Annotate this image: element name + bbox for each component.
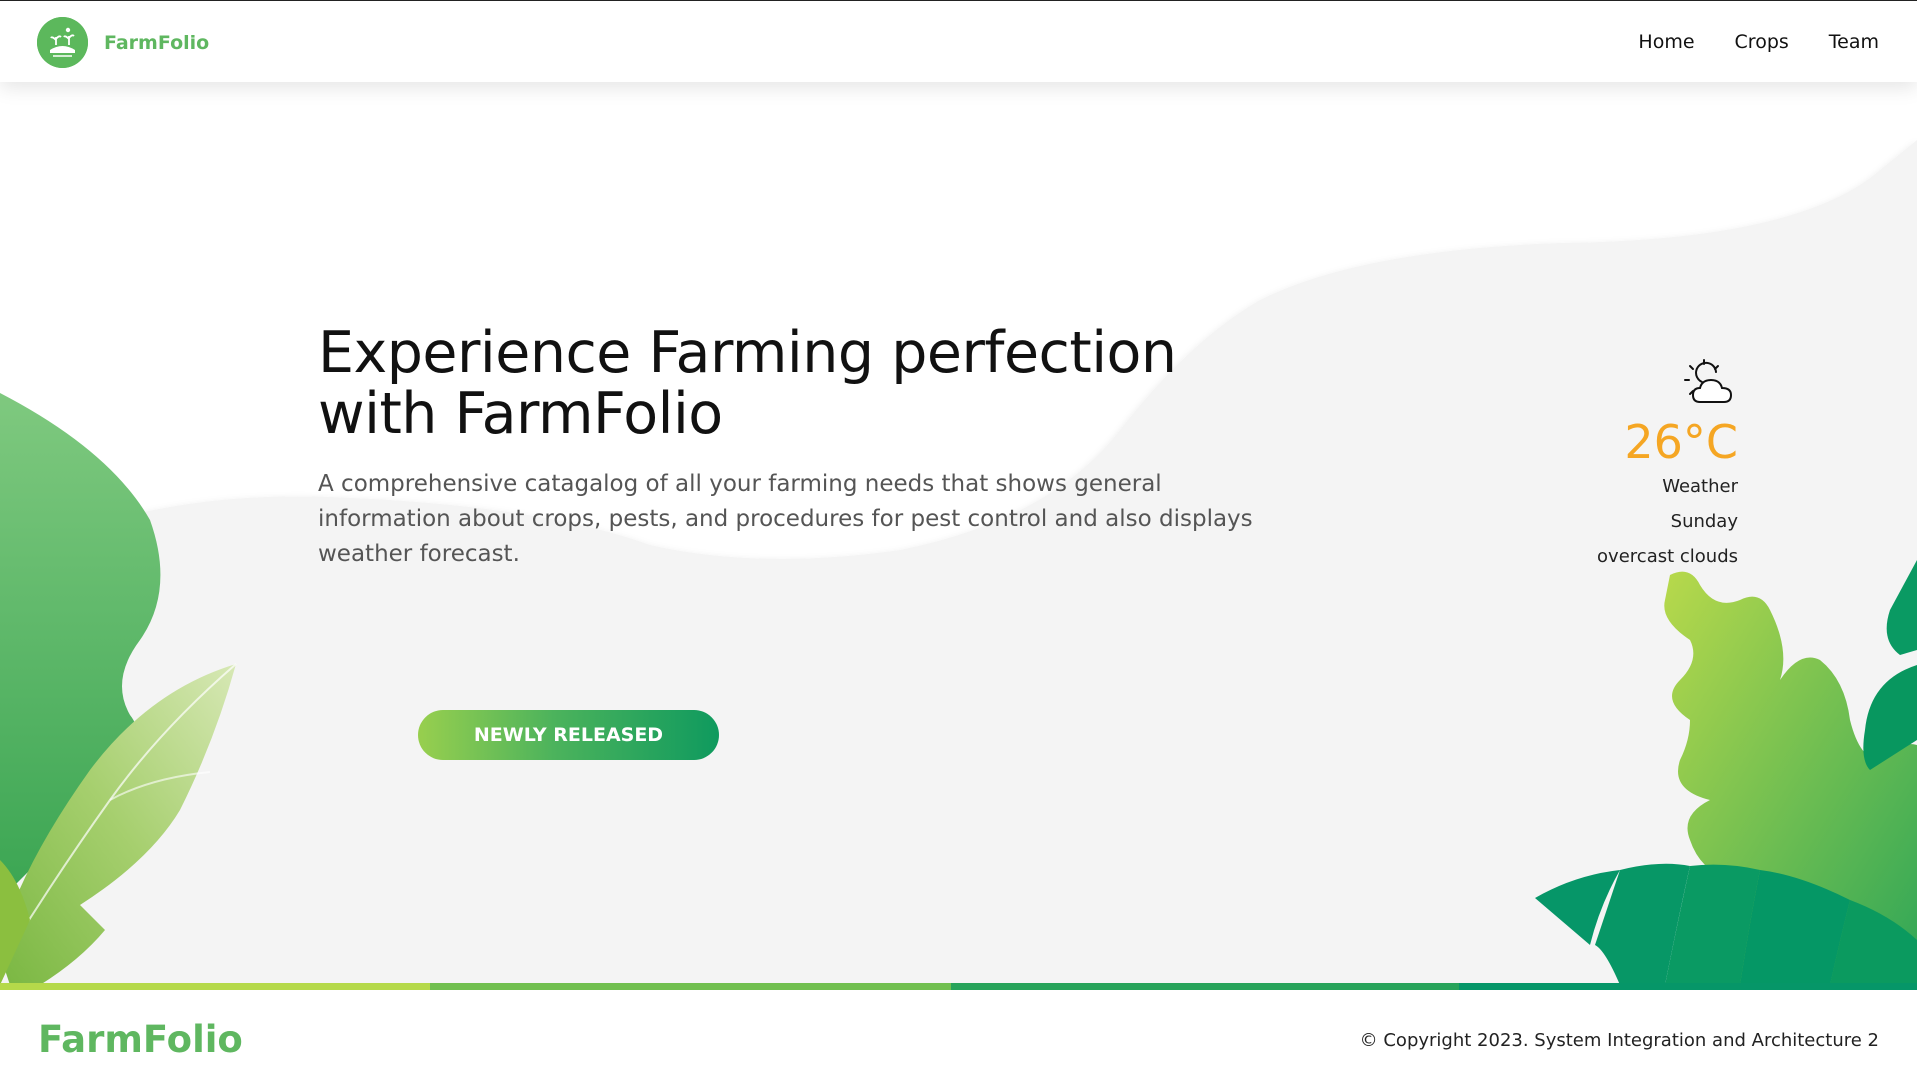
- strip-segment: [1459, 983, 1917, 990]
- nav-crops[interactable]: Crops: [1735, 31, 1789, 53]
- footer-brand: FarmFolio: [38, 1018, 243, 1061]
- strip-segment: [430, 983, 951, 990]
- weather-day: Sunday: [1670, 511, 1738, 532]
- partly-cloudy-icon: [1682, 358, 1738, 408]
- strip-segment: [0, 983, 430, 990]
- copyright-text: © Copyright 2023. System Integration and…: [1359, 1030, 1879, 1051]
- site-footer: FarmFolio © Copyright 2023. System Integ…: [0, 990, 1917, 1090]
- site-header: FarmFolio Home Crops Team: [0, 0, 1917, 82]
- nav-home[interactable]: Home: [1638, 31, 1694, 53]
- hero-section: Experience Farming perfection with FarmF…: [318, 323, 1278, 572]
- hero-description: A comprehensive catagalog of all your fa…: [318, 471, 1253, 567]
- weather-label: Weather: [1662, 476, 1738, 497]
- main-nav: Home Crops Team: [1638, 31, 1879, 53]
- strip-segment: [951, 983, 1459, 990]
- temperature: 26°C: [1624, 415, 1738, 469]
- newly-released-button[interactable]: NEWLY RELEASED: [418, 710, 719, 760]
- hero-title: Experience Farming perfection with FarmF…: [318, 320, 1177, 447]
- footer-color-strip: [0, 983, 1917, 990]
- nav-team[interactable]: Team: [1829, 31, 1879, 53]
- weather-widget: 26°C Weather Sunday overcast clouds: [1498, 358, 1738, 574]
- weather-condition: overcast clouds: [1597, 546, 1738, 567]
- brand-name[interactable]: FarmFolio: [104, 32, 209, 54]
- page: FarmFolio Home Crops Team Experience Far…: [0, 0, 1917, 1090]
- farm-logo-icon: [37, 17, 88, 68]
- logo-link[interactable]: FarmFolio: [37, 17, 209, 68]
